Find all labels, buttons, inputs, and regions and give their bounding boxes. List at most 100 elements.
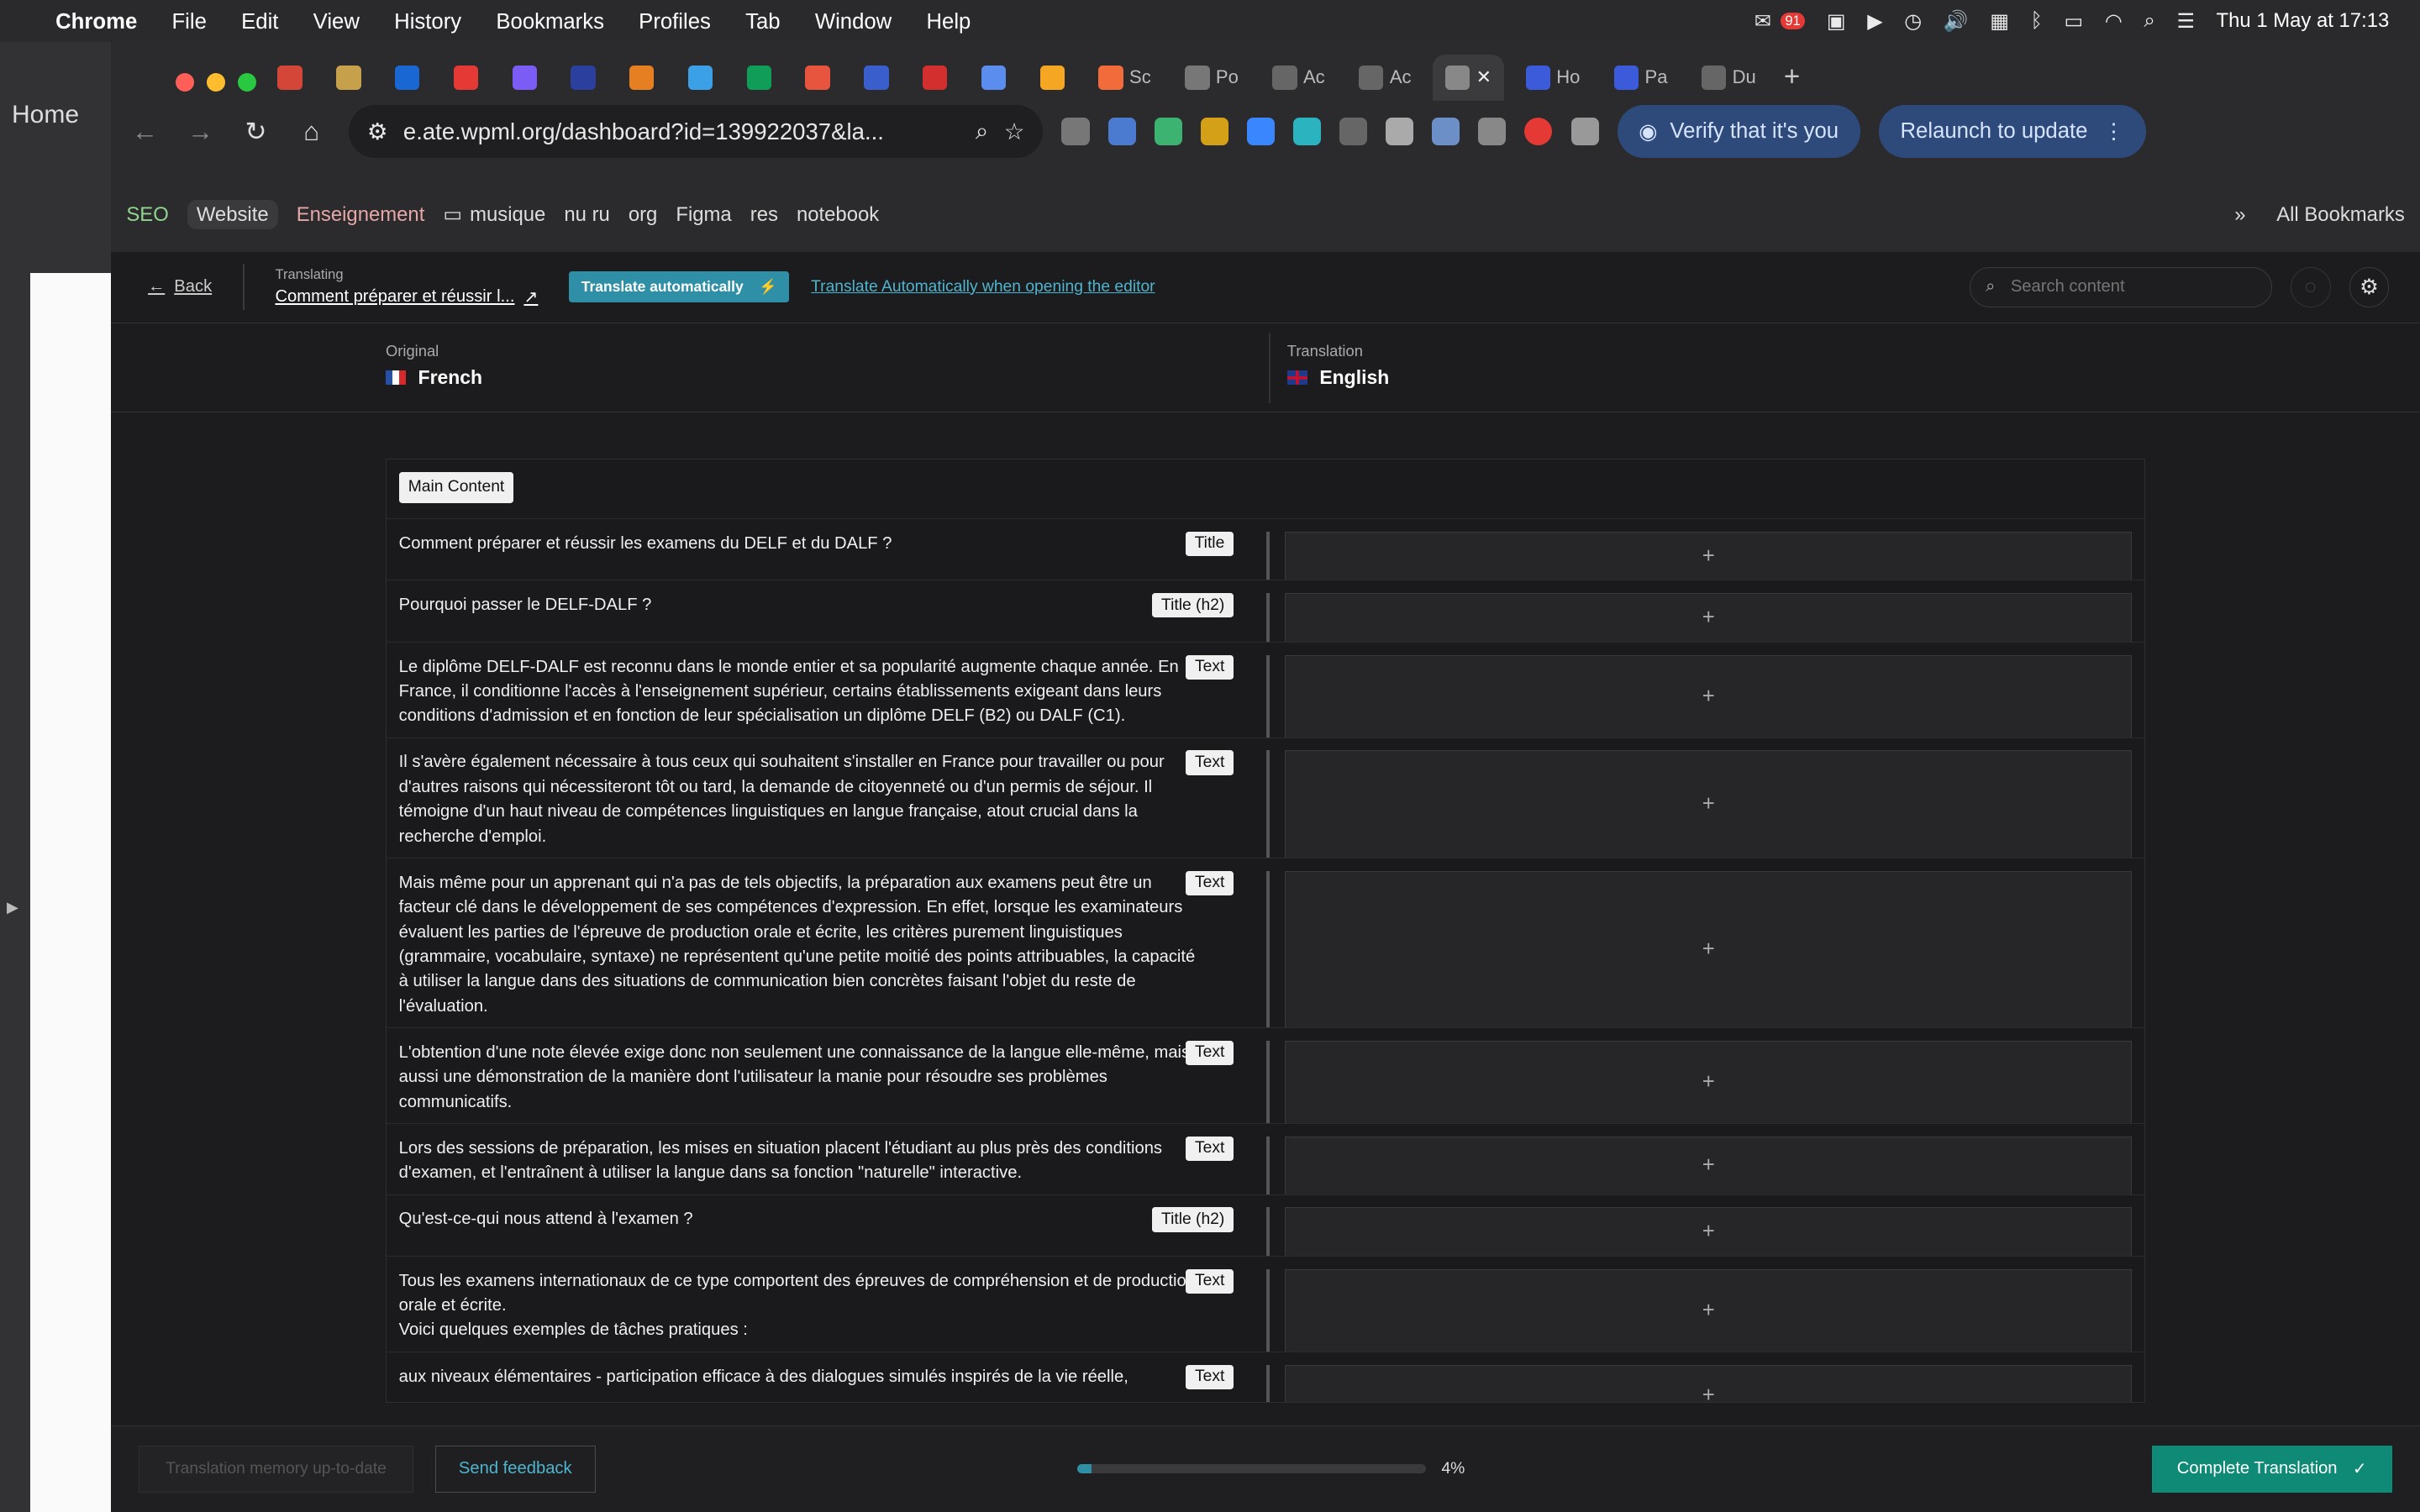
translation-target-cell[interactable]: +	[1285, 1040, 2133, 1124]
browser-tab[interactable]: Sc	[1086, 55, 1164, 101]
add-translation-icon[interactable]: +	[1702, 606, 1715, 630]
status-circle-icon[interactable]: ◌	[2290, 266, 2331, 307]
home-icon[interactable]: ⌂	[293, 117, 330, 147]
reload-icon[interactable]: ↻	[238, 117, 275, 147]
extension-grid-icon[interactable]	[1154, 118, 1182, 146]
menu-window[interactable]: Window	[815, 10, 892, 34]
control-center-icon[interactable]: ☰	[2176, 9, 2194, 34]
send-feedback-button[interactable]: Send feedback	[434, 1446, 596, 1493]
new-tab-icon[interactable]: +	[1784, 61, 1800, 93]
browser-tab[interactable]	[441, 55, 491, 101]
browser-tab[interactable]	[382, 55, 432, 101]
extension-translate-icon[interactable]	[1478, 118, 1507, 146]
verify-identity-button[interactable]: ◉ Verify that it's you	[1617, 105, 1860, 158]
screen-icon[interactable]: ▣	[1827, 9, 1846, 34]
external-link-icon[interactable]: ↗	[523, 286, 538, 307]
expand-arrow-icon[interactable]: ▶	[7, 899, 18, 916]
complete-translation-button[interactable]: Complete Translation ✓	[2151, 1446, 2393, 1493]
browser-tab[interactable]	[324, 55, 373, 101]
bookmark-star-icon[interactable]: ☆	[1004, 118, 1025, 145]
bookmark-item[interactable]: res	[750, 203, 778, 227]
add-translation-icon[interactable]: +	[1702, 792, 1715, 816]
menu-bookmarks[interactable]: Bookmarks	[496, 10, 604, 34]
forward-arrow-icon[interactable]: →	[182, 117, 218, 147]
translation-target-cell[interactable]: +	[1285, 1136, 2133, 1195]
browser-tab[interactable]: Pa	[1602, 55, 1680, 101]
document-title-link[interactable]: Comment préparer et réussir l... ↗	[275, 286, 538, 307]
site-info-icon[interactable]: ⚙	[367, 118, 388, 145]
extension-eyedropper-icon[interactable]	[1386, 118, 1414, 146]
bookmark-item[interactable]: notebook	[797, 203, 879, 227]
browser-tab[interactable]	[676, 55, 725, 101]
menu-view[interactable]: View	[313, 10, 360, 34]
browser-tab[interactable]	[734, 55, 784, 101]
all-bookmarks-button[interactable]: All Bookmarks	[2276, 203, 2405, 227]
browser-tab[interactable]: Ac	[1260, 55, 1338, 101]
wifi-icon[interactable]: ◠	[2105, 9, 2123, 34]
browser-tab[interactable]	[500, 55, 550, 101]
browser-tab[interactable]	[969, 55, 1018, 101]
menu-app-name[interactable]: Chrome	[55, 10, 137, 34]
translation-target-cell[interactable]: +	[1285, 1207, 2133, 1257]
bookmark-item[interactable]: org	[629, 203, 658, 227]
search-input[interactable]	[2010, 277, 2243, 297]
browser-tab[interactable]: ✕	[1433, 54, 1504, 101]
translation-target-cell[interactable]: +	[1285, 531, 2133, 581]
extension-edit-icon[interactable]	[1246, 118, 1275, 146]
add-translation-icon[interactable]: +	[1702, 1153, 1715, 1178]
search-box[interactable]: ⌕	[1969, 266, 2272, 307]
back-link[interactable]: ← Back	[148, 277, 212, 297]
extension-badge-icon[interactable]	[1200, 118, 1228, 146]
menu-help[interactable]: Help	[926, 10, 971, 34]
browser-tab[interactable]: Du	[1689, 55, 1768, 101]
extension-record-icon[interactable]	[1524, 118, 1553, 146]
add-translation-icon[interactable]: +	[1702, 1383, 1715, 1403]
browser-tab[interactable]	[793, 55, 843, 101]
zoom-window-icon[interactable]	[237, 72, 256, 92]
browser-tab[interactable]	[910, 55, 960, 101]
browser-tab[interactable]: Po	[1172, 55, 1250, 101]
menu-history[interactable]: History	[394, 10, 461, 34]
translation-target-cell[interactable]: +	[1285, 750, 2133, 859]
address-bar[interactable]: ⚙ e.ate.wpml.org/dashboard?id=139922037&…	[348, 105, 1044, 158]
zoom-icon[interactable]: ⌕	[976, 118, 988, 145]
extension-globe-icon[interactable]	[1061, 118, 1090, 146]
browser-tab[interactable]	[266, 55, 315, 101]
bookmark-item[interactable]: ▭ musique	[443, 202, 545, 227]
more-menu-icon[interactable]: ⋮	[2103, 119, 2125, 144]
menu-edit[interactable]: Edit	[241, 10, 278, 34]
bookmark-item[interactable]: Figma	[676, 203, 731, 227]
translation-target-cell[interactable]: +	[1285, 870, 2133, 1029]
add-translation-icon[interactable]: +	[1702, 685, 1715, 709]
more-bookmarks-icon[interactable]: »	[2234, 203, 2245, 227]
spotlight-icon[interactable]: ⌕	[2144, 9, 2154, 33]
browser-tab[interactable]	[559, 55, 608, 101]
notification-icon[interactable]: ✉	[1754, 9, 1771, 34]
bookmark-item[interactable]: Enseignement	[297, 203, 425, 227]
extension-person-icon[interactable]	[1292, 118, 1321, 146]
flag-icon[interactable]: ▦	[1990, 9, 2009, 34]
minimize-window-icon[interactable]	[206, 72, 225, 92]
add-translation-icon[interactable]: +	[1702, 1070, 1715, 1095]
add-translation-icon[interactable]: +	[1702, 1220, 1715, 1244]
browser-tab[interactable]: Ho	[1513, 55, 1592, 101]
volume-icon[interactable]: 🔊	[1944, 9, 1969, 34]
back-arrow-icon[interactable]: ←	[126, 117, 163, 147]
browser-tab[interactable]	[617, 55, 666, 101]
bookmark-item[interactable]: Website	[187, 200, 278, 230]
url-text[interactable]: e.ate.wpml.org/dashboard?id=139922037&la…	[403, 118, 960, 145]
battery-icon[interactable]: ▭	[2065, 9, 2084, 34]
menu-tab[interactable]: Tab	[745, 10, 780, 34]
gear-icon[interactable]: ⚙	[2349, 266, 2390, 307]
add-translation-icon[interactable]: +	[1702, 544, 1715, 569]
time-machine-icon[interactable]: ◷	[1904, 9, 1922, 34]
menu-profiles[interactable]: Profiles	[639, 10, 711, 34]
close-tab-icon[interactable]: ✕	[1476, 66, 1491, 88]
translate-automatically-button[interactable]: Translate automatically ⚡	[569, 271, 790, 303]
bluetooth-icon[interactable]: ᛒ	[2031, 9, 2043, 33]
browser-tab[interactable]	[1028, 55, 1077, 101]
relaunch-button[interactable]: Relaunch to update ⋮	[1878, 105, 2147, 158]
extension-function-icon[interactable]	[1339, 118, 1368, 146]
extension-star-icon[interactable]	[1107, 118, 1136, 146]
menu-file[interactable]: File	[171, 10, 206, 34]
